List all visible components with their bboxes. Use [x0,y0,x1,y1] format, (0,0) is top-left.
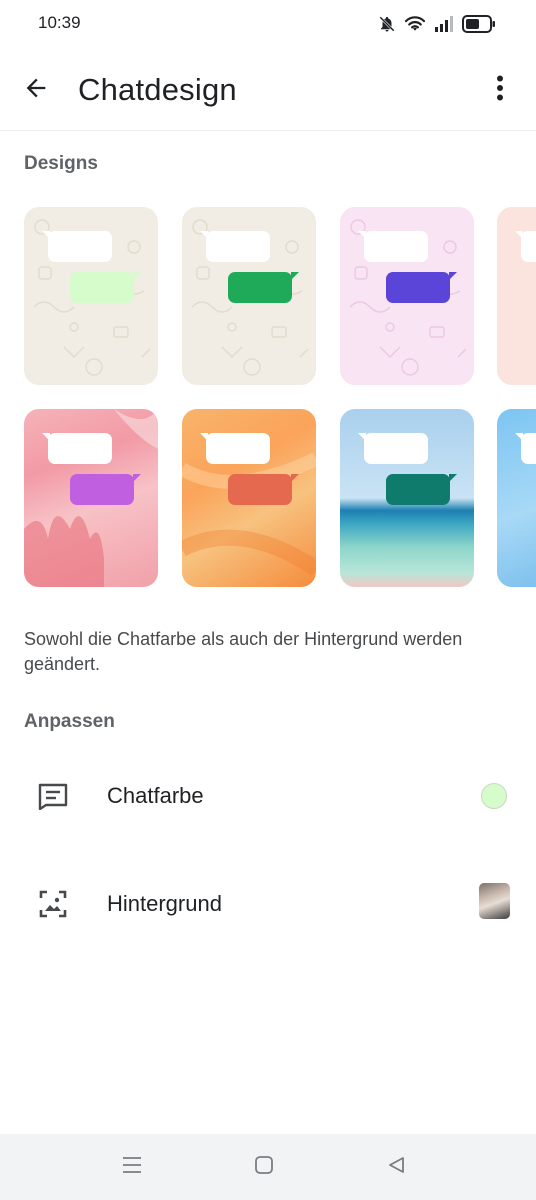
outgoing-bubble [70,474,141,505]
design-thumbnail-partial-blue[interactable] [497,409,536,587]
system-nav-bar [0,1134,536,1200]
chat-color-label: Chatfarbe [107,783,204,808]
home-icon [254,1155,274,1180]
background-option[interactable]: Hintergrund [0,855,536,951]
incoming-bubble [200,231,270,262]
menu-icon [122,1156,142,1179]
outgoing-bubble [228,474,299,505]
designs-grid [24,207,536,589]
back-button[interactable] [14,68,58,112]
status-time: 10:39 [38,13,81,32]
incoming-bubble [42,231,112,262]
signal-icon [434,16,454,32]
bell-off-icon [378,15,396,33]
home-button[interactable] [251,1154,277,1180]
status-bar: 10:39 [0,0,536,48]
background-preview [479,883,510,919]
chat-bubble-icon [36,779,70,813]
page-title: Chatdesign [78,72,237,107]
wallpaper-icon [36,887,70,921]
incoming-bubble [358,231,428,262]
system-back-button[interactable] [383,1154,409,1180]
back-triangle-icon [386,1155,406,1180]
incoming-bubble [358,433,428,464]
incoming-bubble [515,433,536,464]
chat-color-swatch [481,783,507,809]
arrow-left-icon [22,74,50,107]
incoming-bubble [200,433,270,464]
design-thumbnail-pink-floral[interactable] [24,409,158,587]
design-thumbnail-doodle-green[interactable] [182,207,316,385]
status-icons [378,13,496,35]
design-thumbnail-partial-peach[interactable] [497,207,536,385]
designs-caption: Sowohl die Chatfarbe als auch der Hinter… [24,629,463,674]
customize-heading: Anpassen [24,711,115,732]
recent-apps-button[interactable] [119,1154,145,1180]
design-thumbnail-orange[interactable] [182,409,316,587]
outgoing-bubble [386,272,457,303]
incoming-bubble [42,433,112,464]
design-thumbnail-beach[interactable] [340,409,474,587]
designs-heading: Designs [24,153,98,174]
incoming-bubble [515,231,536,262]
battery-icon [462,15,496,33]
more-vert-icon [496,75,504,106]
outgoing-bubble [70,272,141,303]
more-options-button[interactable] [478,68,522,112]
app-bar: Chatdesign [0,48,536,131]
wifi-icon [404,15,426,33]
background-label: Hintergrund [107,891,222,916]
design-thumbnail-doodle-light-green[interactable] [24,207,158,385]
chat-color-option[interactable]: Chatfarbe [0,747,536,843]
design-thumbnail-doodle-pink-purple[interactable] [340,207,474,385]
outgoing-bubble [386,474,457,505]
outgoing-bubble [228,272,299,303]
